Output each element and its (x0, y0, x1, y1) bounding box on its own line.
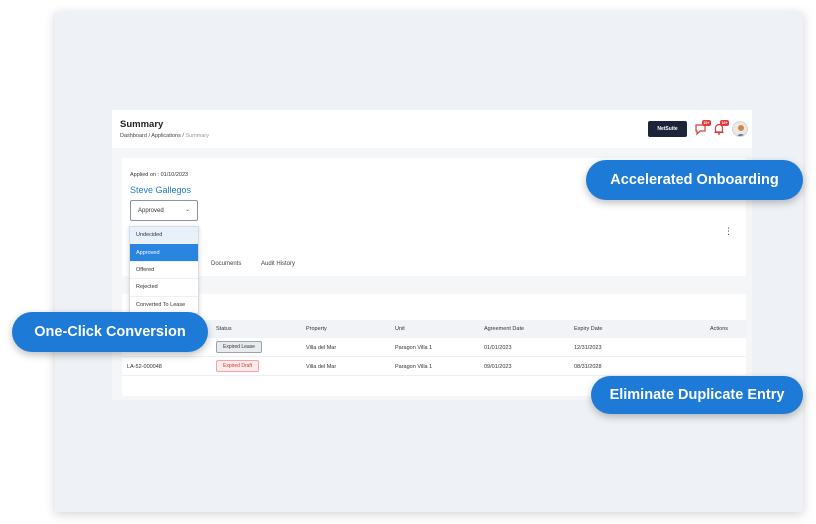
status-dropdown-menu: Undecided Approved Offered Rejected Conv… (129, 226, 199, 314)
avatar-icon (736, 125, 746, 136)
table-header: Status Property Unit Agreement Date Expi… (122, 320, 746, 338)
status-option-undecided[interactable]: Undecided (130, 227, 198, 245)
breadcrumb-applications[interactable]: Applications (151, 133, 181, 139)
notifications-button[interactable]: 10+ (712, 120, 729, 136)
status-option-rejected[interactable]: Rejected (130, 279, 198, 297)
property-cell: Villa del Mar (306, 364, 337, 370)
callout-eliminate-duplicate-entry: Eliminate Duplicate Entry (591, 376, 803, 414)
bell-badge: 10+ (720, 120, 729, 126)
column-header-expiry-date: Expiry Date (574, 326, 603, 332)
breadcrumb: Dashboard / Applications / Summary (120, 133, 209, 139)
property-cell: Villa del Mar (306, 345, 337, 351)
breadcrumb-current: Summary (185, 133, 209, 139)
unit-cell: Paragon Villa 1 (395, 364, 433, 370)
lease-id[interactable]: LA-52-000048 (127, 364, 162, 370)
table-row[interactable]: LA-52-000048 Expired Draft Villa del Mar… (122, 357, 746, 376)
page-title: Summary (120, 119, 164, 130)
chevron-down-icon: ⌄ (184, 207, 190, 213)
callout-one-click-conversion: One-Click Conversion (12, 312, 208, 352)
table-row[interactable]: Expired Lease Villa del Mar Paragon Vill… (122, 338, 746, 357)
column-header-agreement-date: Agreement Date (484, 326, 525, 332)
page-header: Summary Dashboard / Applications / Summa… (112, 110, 752, 148)
column-header-status: Status (216, 326, 232, 332)
status-select[interactable]: Approved ⌄ (130, 200, 198, 221)
callout-accelerated-onboarding: Accelerated Onboarding (586, 160, 803, 200)
status-option-approved[interactable]: Approved (130, 244, 198, 262)
chat-button[interactable]: 10+ (694, 120, 711, 136)
column-header-actions: Actions (710, 326, 729, 332)
status-select-value: Approved (138, 207, 164, 214)
breadcrumb-dashboard[interactable]: Dashboard (120, 133, 147, 139)
netsuite-button[interactable]: NetSuite (648, 121, 687, 137)
unit-cell: Paragon Villa 1 (395, 345, 433, 351)
applied-date: Applied on : 01/10/2023 (130, 172, 189, 178)
status-badge: Expired Lease (216, 341, 262, 353)
tab-audit-history[interactable]: Audit History (261, 261, 295, 267)
kebab-menu-icon[interactable]: ⋮ (724, 227, 733, 236)
expiry-date-cell: 08/31/2028 (574, 364, 602, 370)
column-header-property: Property (306, 326, 327, 332)
status-badge: Expired Draft (216, 360, 260, 372)
avatar[interactable] (732, 121, 748, 137)
expiry-date-cell: 12/31/2023 (574, 345, 602, 351)
agreement-date-cell: 01/01/2023 (484, 345, 512, 351)
applicant-name[interactable]: Steve Gallegos (130, 185, 191, 195)
agreement-date-cell: 09/01/2023 (484, 364, 512, 370)
chat-badge: 10+ (702, 120, 711, 126)
tab-documents[interactable]: Documents (211, 261, 241, 267)
status-option-offered[interactable]: Offered (130, 262, 198, 280)
column-header-unit: Unit (395, 326, 405, 332)
